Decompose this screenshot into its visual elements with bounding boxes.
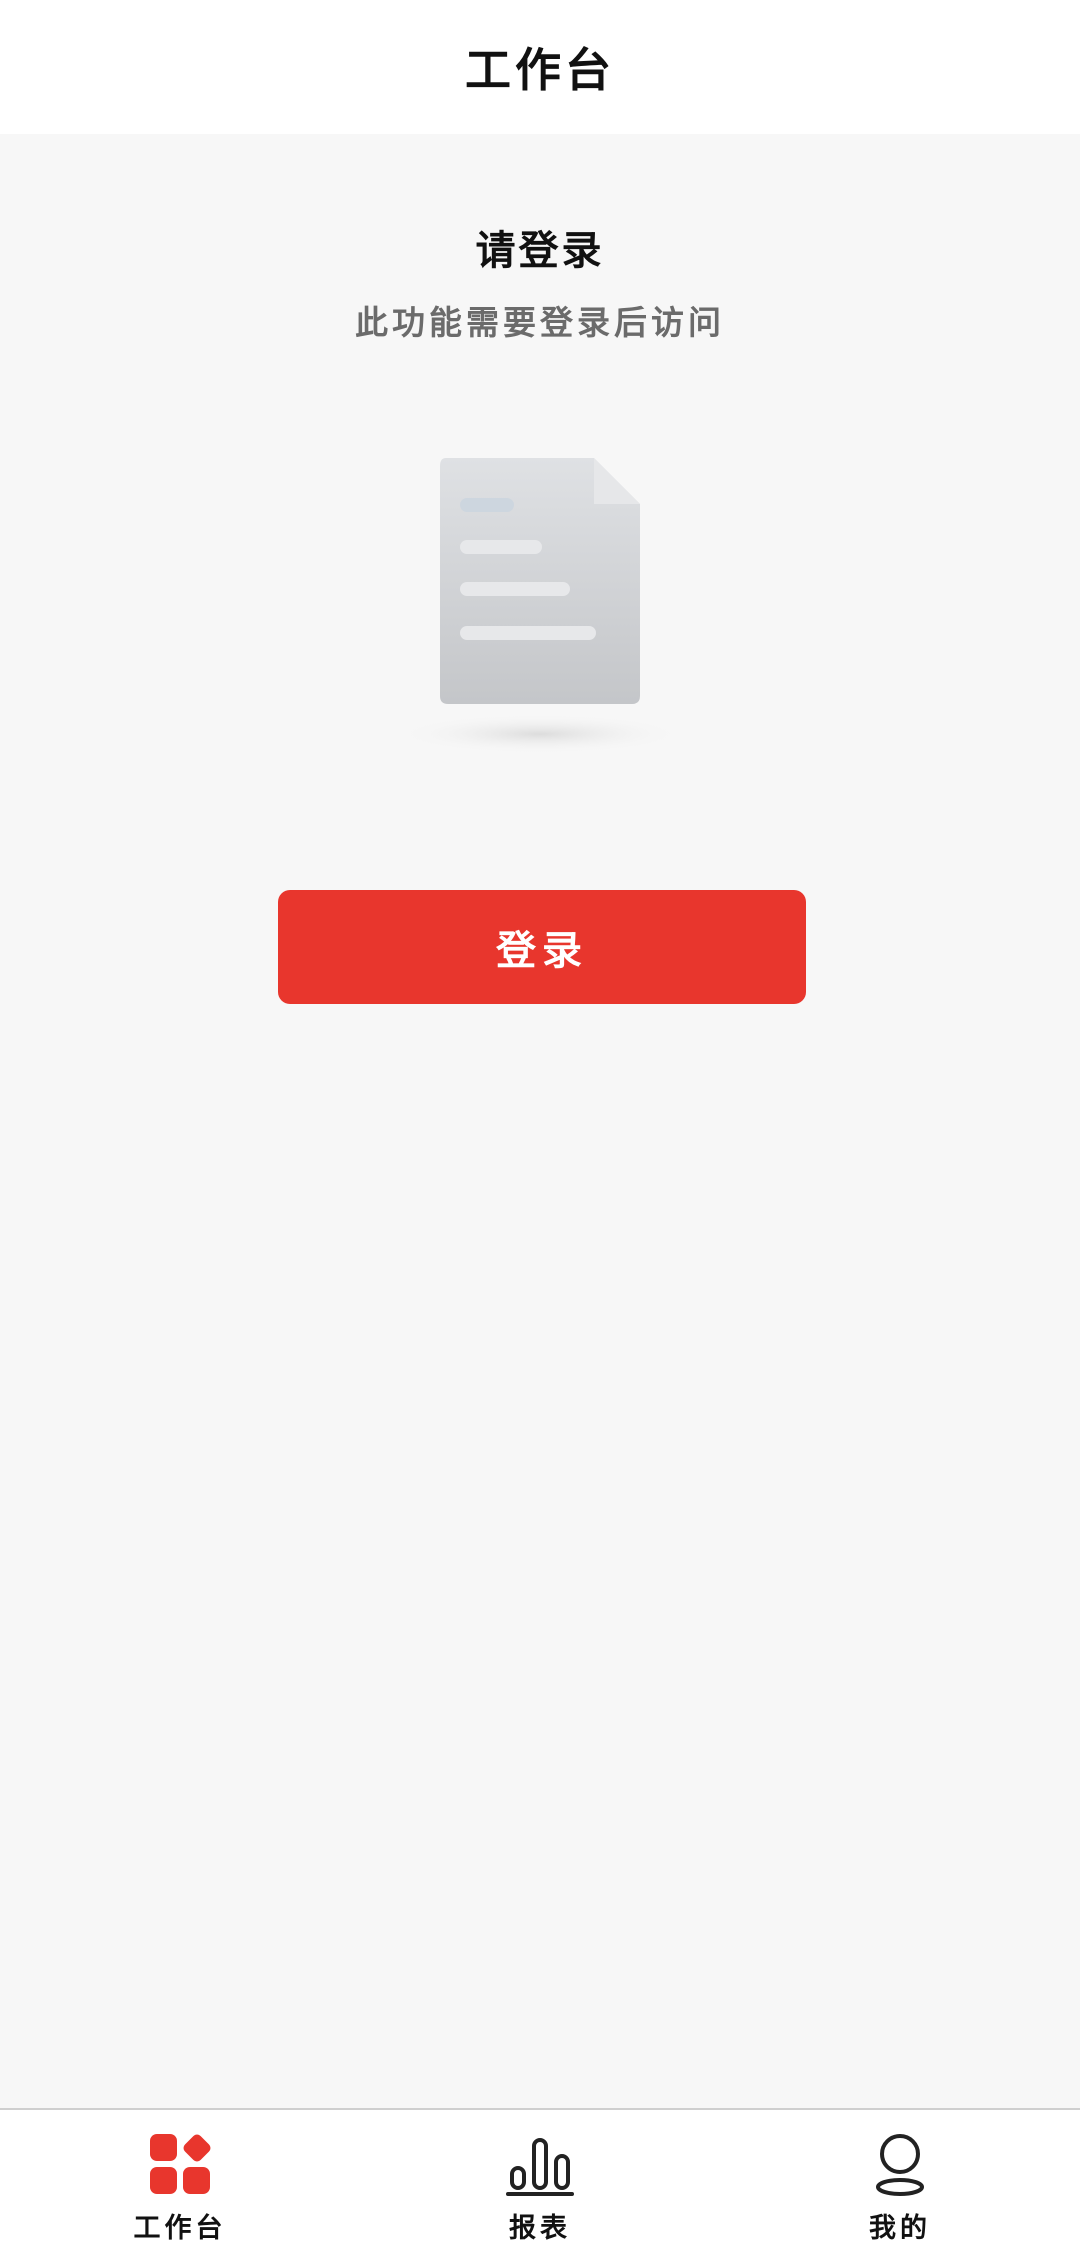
bar-chart-icon [506, 2138, 574, 2196]
top-header: 工作台 [0, 0, 1080, 134]
user-icon [876, 2134, 924, 2196]
tab-workbench-label: 工作台 [133, 2213, 227, 2244]
app-root: 工作台 请登录 此功能需要登录后访问 登录 工作台 报表 我的 [0, 0, 1080, 2247]
tab-reports[interactable]: 报表 [360, 2110, 720, 2247]
login-button[interactable]: 登录 [278, 890, 806, 1004]
tab-mine[interactable]: 我的 [720, 2110, 1080, 2247]
login-subtitle: 此功能需要登录后访问 [355, 303, 725, 342]
tab-mine-label: 我的 [869, 2213, 931, 2244]
workbench-icon [150, 2134, 211, 2194]
page-title: 工作台 [465, 43, 615, 97]
bottom-tabbar: 工作台 报表 我的 [0, 2108, 1080, 2247]
tab-reports-label: 报表 [509, 2213, 571, 2244]
tab-workbench[interactable]: 工作台 [0, 2110, 360, 2247]
main-content: 请登录 此功能需要登录后访问 登录 [0, 134, 1080, 2108]
document-icon [395, 458, 685, 754]
login-title: 请登录 [475, 227, 605, 274]
